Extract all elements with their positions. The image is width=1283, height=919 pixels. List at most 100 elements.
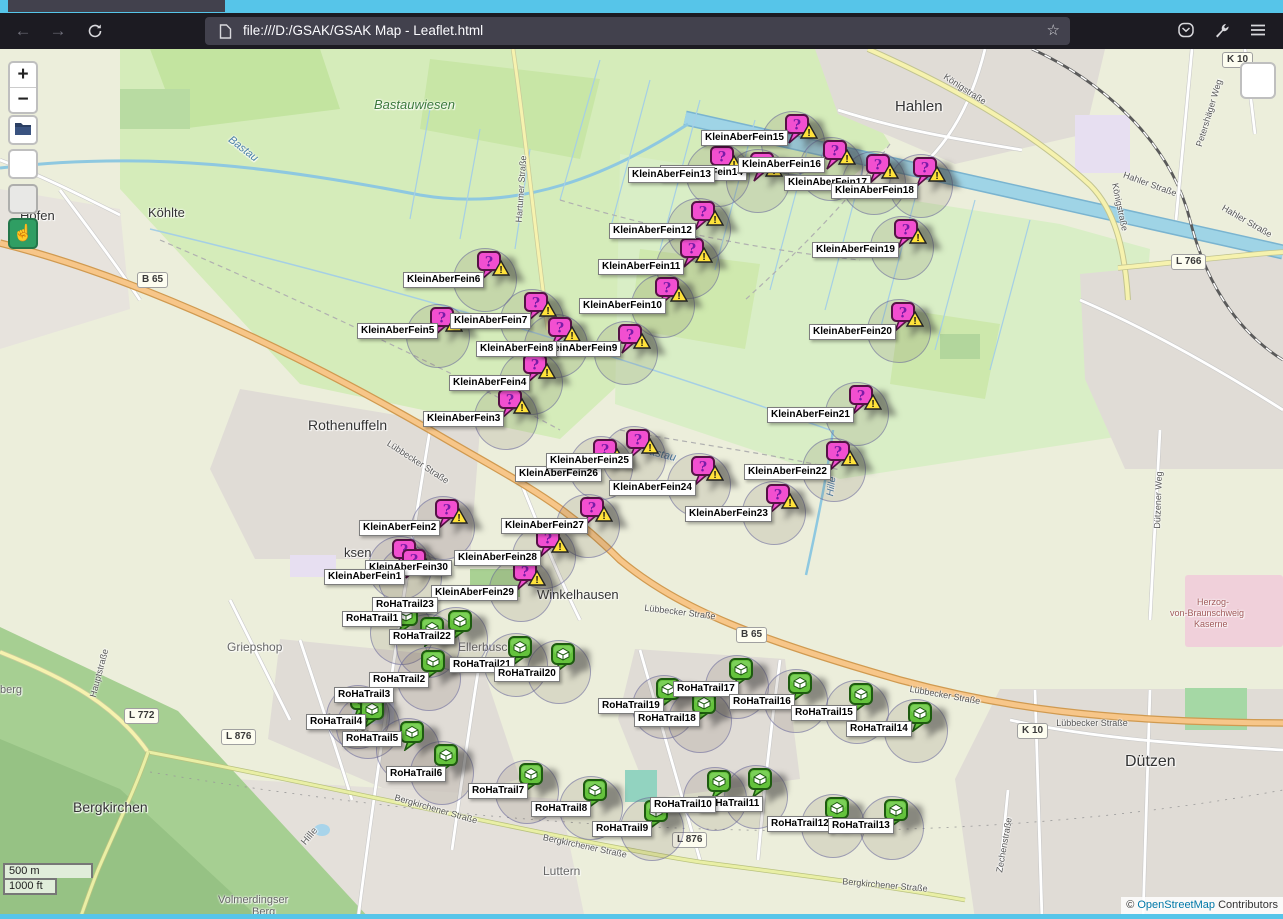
menu-icon[interactable] xyxy=(1248,20,1270,42)
svg-text:!: ! xyxy=(935,171,938,182)
pan-hand-button[interactable]: ☝ xyxy=(8,218,38,249)
cache-marker-KleinAberFein15[interactable]: ?! xyxy=(785,114,819,151)
back-button[interactable]: ← xyxy=(8,16,38,46)
svg-text:!: ! xyxy=(807,128,810,139)
cache-label-KleinAberFein23: KleinAberFein23 xyxy=(685,506,772,522)
cache-label-KleinAberFein22: KleinAberFein22 xyxy=(744,464,831,480)
cache-label-KleinAberFein8: KleinAberFein8 xyxy=(476,341,557,357)
svg-text:?: ? xyxy=(688,242,696,258)
scale-metric: 500 m xyxy=(3,863,93,878)
cache-marker-KleinAberFein29[interactable]: ?! xyxy=(513,561,547,598)
osm-link[interactable]: OpenStreetMap xyxy=(1137,899,1215,911)
svg-text:?: ? xyxy=(774,488,782,504)
bookmark-star-icon[interactable]: ☆ xyxy=(1047,17,1060,45)
cache-label-KleinAberFein20: KleinAberFein20 xyxy=(809,324,896,340)
cache-marker-KleinAberFein9[interactable]: ?! xyxy=(618,324,652,361)
road-badge: B 65 xyxy=(736,627,767,643)
blank-white-button[interactable] xyxy=(8,149,38,179)
svg-text:!: ! xyxy=(871,399,874,410)
road-badge: K 10 xyxy=(1017,723,1048,739)
cache-label-KleinAberFein7: KleinAberFein7 xyxy=(450,313,531,329)
pocket-icon[interactable] xyxy=(1176,20,1198,42)
place-label: Köhlte xyxy=(148,205,185,220)
svg-text:!: ! xyxy=(545,368,548,379)
cache-label-RoHaTrail9: RoHaTrail9 xyxy=(592,821,652,837)
leaflet-map[interactable]: HahlenHöfenKöhlteRothenuffelnWinkelhause… xyxy=(0,49,1283,919)
blank-gray-button[interactable] xyxy=(8,184,38,214)
place-label: berg xyxy=(0,684,22,696)
reload-icon xyxy=(87,23,103,39)
reload-button[interactable] xyxy=(80,16,110,46)
layers-button[interactable] xyxy=(1240,62,1276,99)
cache-label-KleinAberFein18: KleinAberFein18 xyxy=(831,183,918,199)
place-label: Griepshop xyxy=(227,640,282,654)
cache-marker-KleinAberFein12[interactable]: ?! xyxy=(691,201,725,238)
cache-marker-KleinAberFein19[interactable]: ?! xyxy=(894,219,928,256)
cache-label-RoHaTrail5: RoHaTrail5 xyxy=(342,731,402,747)
page-icon xyxy=(219,24,232,44)
attribution: © OpenStreetMap Contributors xyxy=(1121,897,1283,914)
zoom-in-button[interactable]: + xyxy=(10,63,36,88)
cache-label-RoHaTrail14: RoHaTrail14 xyxy=(846,721,912,737)
cache-marker-KleinAberFein22[interactable]: ?! xyxy=(826,441,860,478)
cache-label-RoHaTrail8: RoHaTrail8 xyxy=(531,801,591,817)
cache-label-RoHaTrail3: RoHaTrail3 xyxy=(334,687,394,703)
cache-label-RoHaTrail12: RoHaTrail12 xyxy=(767,816,833,832)
cache-label-RoHaTrail13: RoHaTrail13 xyxy=(828,818,894,834)
url-bar[interactable]: file:///D:/GSAK/GSAK Map - Leaflet.html … xyxy=(205,17,1070,45)
hand-icon: ☝ xyxy=(13,225,33,242)
scale-control: 500 m 1000 ft xyxy=(3,863,93,895)
cache-label-RoHaTrail4: RoHaTrail4 xyxy=(306,714,366,730)
cache-marker-KleinAberFein21[interactable]: ?! xyxy=(849,385,883,422)
cache-label-KleinAberFein16: KleinAberFein16 xyxy=(738,157,825,173)
svg-text:?: ? xyxy=(663,281,671,297)
cache-label-KleinAberFein27: KleinAberFein27 xyxy=(501,518,588,534)
svg-text:?: ? xyxy=(902,223,910,239)
place-label: Luttern xyxy=(543,864,580,878)
cache-marker-RoHaTrail14[interactable] xyxy=(908,702,938,737)
svg-text:!: ! xyxy=(713,215,716,226)
svg-text:!: ! xyxy=(520,403,523,414)
wrench-icon[interactable] xyxy=(1212,20,1234,42)
svg-text:!: ! xyxy=(713,470,716,481)
cache-marker-KleinAberFein16[interactable]: ?! xyxy=(823,140,857,177)
cache-marker-RoHaTrail5[interactable] xyxy=(400,721,430,756)
zoom-out-button[interactable]: − xyxy=(10,88,36,112)
cache-label-RoHaTrail7: RoHaTrail7 xyxy=(468,783,528,799)
road-badge: L 772 xyxy=(124,708,159,724)
cache-marker-KleinAberFein18[interactable]: ?! xyxy=(913,157,947,194)
cache-label-KleinAberFein25: KleinAberFein25 xyxy=(546,453,633,469)
svg-text:!: ! xyxy=(913,316,916,327)
zoom-control: + − xyxy=(8,61,38,114)
cache-label-KleinAberFein15: KleinAberFein15 xyxy=(701,130,788,146)
svg-text:!: ! xyxy=(702,252,705,263)
folder-button[interactable] xyxy=(8,115,38,145)
svg-text:?: ? xyxy=(531,358,539,374)
svg-text:!: ! xyxy=(640,338,643,349)
cache-label-KleinAberFein21: KleinAberFein21 xyxy=(767,407,854,423)
road-badge: L 876 xyxy=(221,729,256,745)
place-label: ksen xyxy=(344,545,371,560)
cache-marker-KleinAberFein24[interactable]: ?! xyxy=(691,456,725,493)
place-label: Volmerdingser xyxy=(218,894,288,906)
cache-label-KleinAberFein3: KleinAberFein3 xyxy=(423,411,504,427)
cache-label-RoHaTrail18: RoHaTrail18 xyxy=(634,711,700,727)
cache-label-RoHaTrail20: RoHaTrail20 xyxy=(494,666,560,682)
place-label: Dützen xyxy=(1125,753,1176,771)
svg-text:?: ? xyxy=(506,393,514,409)
svg-text:?: ? xyxy=(793,118,801,134)
window-border xyxy=(0,914,1283,919)
svg-text:!: ! xyxy=(546,306,549,317)
place-label: Rothenuffeln xyxy=(308,417,387,433)
road-badge: B 65 xyxy=(137,272,168,288)
svg-text:?: ? xyxy=(834,445,842,461)
forward-button[interactable]: → xyxy=(43,16,73,46)
cache-marker-KleinAberFein11[interactable]: ?! xyxy=(680,238,714,275)
url-text[interactable]: file:///D:/GSAK/GSAK Map - Leaflet.html xyxy=(243,17,483,45)
cache-label-KleinAberFein29: KleinAberFein29 xyxy=(431,585,518,601)
cache-marker-KleinAberFein20[interactable]: ?! xyxy=(891,302,925,339)
svg-text:?: ? xyxy=(857,389,865,405)
cache-label-KleinAberFein24: KleinAberFein24 xyxy=(609,480,696,496)
svg-text:!: ! xyxy=(888,168,891,179)
browser-tab[interactable] xyxy=(8,0,225,12)
